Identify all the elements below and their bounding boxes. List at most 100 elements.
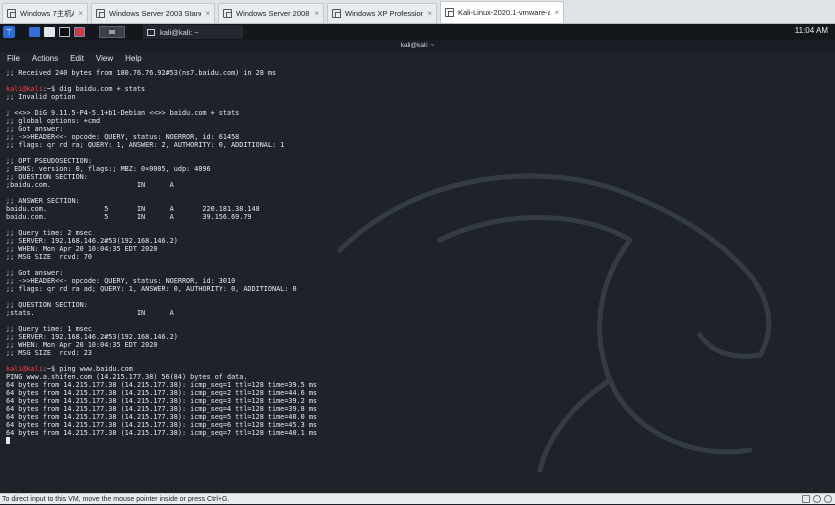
close-icon[interactable]: × [554,8,559,17]
menu-edit[interactable]: Edit [70,54,84,63]
terminal-line-text: :~$ ping www.baidu.com [42,365,133,373]
menu-file[interactable]: File [7,54,20,63]
terminal-window[interactable]: kali@kali: ~ File Actions Edit View Help… [0,40,835,493]
terminal-line-text: ;; global options: +cmd [6,117,101,125]
desktop-icon[interactable] [29,27,40,37]
vm-tab-kali[interactable]: Kali-Linux-2020.1-vmware-a... × [440,1,564,23]
tab-title: Windows XP Professional [345,9,424,18]
terminal-line: ;; flags: qr rd ra; QUERY: 1, ANSWER: 2,… [6,141,826,149]
sound-icon[interactable] [824,495,832,503]
terminal-icon [147,28,155,36]
terminal-line-text: ; EDNS: version: 0, flags:; MBZ: 0×0005,… [6,165,211,173]
taskbar-terminal[interactable]: kali@kali: ~ [143,25,243,39]
terminal-line: ;; Got answer: [6,125,826,133]
terminal-line-text: ;; SERVER: 192.168.146.2#53(192.168.146.… [6,333,178,341]
vm-tab-server2003[interactable]: Windows Server 2003 Standard... × [91,3,215,23]
terminal-line-text: baidu.com. 5 IN A 220.181.38.148 [6,205,260,213]
terminal-line: ;baidu.com. IN A [6,181,826,189]
clock[interactable]: 11:04 AM [795,26,828,35]
terminal-output[interactable]: ;; Received 240 bytes from 180.76.76.92#… [6,69,826,445]
terminal-line-text: ;; Received 240 bytes from 180.76.76.92#… [6,69,277,77]
workspace-switcher[interactable] [99,26,125,38]
vm-tab-windowsxp[interactable]: Windows XP Professional × [327,3,437,23]
terminal-line-text: ;; flags: qr rd ra ad; QUERY: 1, ANSWER:… [6,285,297,293]
terminal-line-text: ;; Query time: 1 msec [6,325,92,333]
terminal-line: ;stats. IN A [6,309,826,317]
terminal-line: ;; SERVER: 192.168.146.2#53(192.168.146.… [6,237,826,245]
tab-title: Windows Server 2003 Standard... [109,9,201,18]
tab-title: Windows Server 2008 E [236,9,311,18]
terminal-line: ;; MSG SIZE rcvd: 70 [6,253,826,261]
terminal-line: ;; global options: +cmd [6,117,826,125]
terminal-line-text: ;; Got answer: [6,125,64,133]
vm-icon [96,9,105,18]
terminal-line: ;; WHEN: Mon Apr 20 10:04:35 EDT 2020 [6,245,826,253]
terminal-line: ;; Invalid option [6,93,826,101]
tab-title: Windows 7主机A [20,9,75,18]
terminal-line: 64 bytes from 14.215.177.38 (14.215.177.… [6,405,826,413]
menu-help[interactable]: Help [125,54,141,63]
terminal-line-text: ;; MSG SIZE rcvd: 70 [6,253,92,261]
close-icon[interactable]: × [314,9,319,18]
terminal-line: kali@kali:~$ dig baidu.com + stats [6,85,826,93]
terminal-line-text: ; <<>> DiG 9.11.5-P4-5.1+b1-Debian <<>> … [6,109,240,117]
terminal-line-text: 64 bytes from 14.215.177.38 (14.215.177.… [6,405,317,413]
terminal-line: 64 bytes from 14.215.177.38 (14.215.177.… [6,381,826,389]
terminal-line-text: 64 bytes from 14.215.177.38 (14.215.177.… [6,397,317,405]
terminal-line: 64 bytes from 14.215.177.38 (14.215.177.… [6,397,826,405]
network-icon[interactable] [802,495,810,503]
terminal-menubar: File Actions Edit View Help [0,52,835,65]
vm-tab-windows7[interactable]: Windows 7主机A × [2,3,88,23]
terminal-line: ;; ANSWER SECTION: [6,197,826,205]
terminal-line-text: PING www.a.shifen.com (14.215.177.38) 56… [6,373,248,381]
terminal-line: 64 bytes from 14.215.177.38 (14.215.177.… [6,413,826,421]
terminal-line-text: 64 bytes from 14.215.177.38 (14.215.177.… [6,381,317,389]
terminal-line: ;; Got answer: [6,269,826,277]
terminal-launcher-icon[interactable] [59,27,70,37]
terminal-line-text: ;; WHEN: Mon Apr 20 10:04:35 EDT 2020 [6,341,158,349]
kali-top-panel: ⚚ kali@kali: ~ 11:04 AM [0,24,835,41]
terminal-line-text: ;; QUESTION SECTION: [6,301,88,309]
close-icon[interactable]: × [205,9,210,18]
terminal-line-text: ;; Query time: 2 msec [6,229,92,237]
vm-status-bar: To direct input to this VM, move the mou… [0,493,835,504]
terminal-line-text: ;; Got answer: [6,269,64,277]
terminal-line: ;; OPT PSEUDOSECTION: [6,157,826,165]
terminal-line: ;; QUESTION SECTION: [6,301,826,309]
vm-icon [7,9,16,18]
vm-tab-server2008[interactable]: Windows Server 2008 E × [218,3,324,23]
terminal-line-text: ;baidu.com. IN A [6,181,174,189]
vm-icon [223,9,232,18]
close-icon[interactable]: × [427,9,432,18]
terminal-line-text: ;; ->>HEADER<<- opcode: QUERY, status: N… [6,133,240,141]
terminal-line: baidu.com. 5 IN A 220.181.38.148 [6,205,826,213]
terminal-line-text: ;; OPT PSEUDOSECTION: [6,157,92,165]
terminal-line-text: ;; WHEN: Mon Apr 20 10:04:35 EDT 2020 [6,245,158,253]
terminal-line: PING www.a.shifen.com (14.215.177.38) 56… [6,373,826,381]
menu-view[interactable]: View [96,54,113,63]
terminal-line: 64 bytes from 14.215.177.38 (14.215.177.… [6,429,826,437]
browser-icon[interactable] [74,27,85,37]
disk-icon[interactable] [813,495,821,503]
terminal-line-text: ;; ->>HEADER<<- opcode: QUERY, status: N… [6,277,236,285]
terminal-input-line[interactable] [6,437,826,445]
vm-tab-bar: Windows 7主机A × Windows Server 2003 Stand… [0,0,835,24]
kali-menu-icon[interactable]: ⚚ [3,26,15,38]
terminal-line: ;; SERVER: 192.168.146.2#53(192.168.146.… [6,333,826,341]
taskbar-terminal-label: kali@kali: ~ [160,27,199,37]
text-cursor [6,437,10,444]
terminal-line: ;; WHEN: Mon Apr 20 10:04:35 EDT 2020 [6,341,826,349]
terminal-line-text: ;; SERVER: 192.168.146.2#53(192.168.146.… [6,237,178,245]
terminal-line: baidu.com. 5 IN A 39.156.69.79 [6,213,826,221]
close-icon[interactable]: × [78,9,83,18]
file-manager-icon[interactable] [44,27,55,37]
menu-actions[interactable]: Actions [32,54,58,63]
terminal-line: ;; Query time: 2 msec [6,229,826,237]
